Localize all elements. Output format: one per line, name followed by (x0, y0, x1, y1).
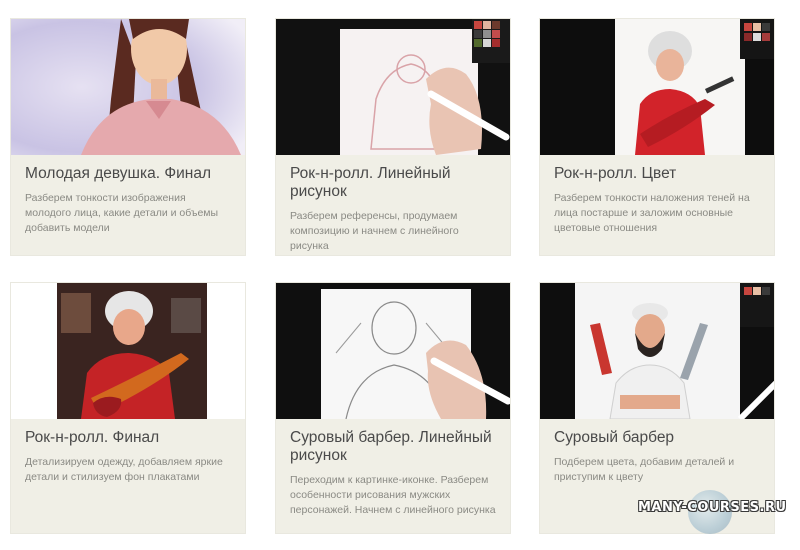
lesson-title[interactable]: Рок-н-ролл. Финал (25, 429, 231, 447)
lesson-title[interactable]: Рок-н-ролл. Линейный рисунок (290, 165, 496, 201)
lesson-title[interactable]: Молодая девушка. Финал (25, 165, 231, 183)
lesson-card-rock-color[interactable]: Рок-н-ролл. Цвет Разберем тонкости налож… (539, 18, 775, 256)
lesson-description: Разберем референсы, продумаем композицию… (290, 210, 459, 252)
lesson-card-young-woman[interactable]: Молодая девушка. Финал Разберем тонкости… (10, 18, 246, 256)
lesson-card-rock-final[interactable]: Рок-н-ролл. Финал Детализируем одежду, д… (10, 282, 246, 534)
lesson-description: Переходим к картинке-иконке. Разберем ос… (290, 474, 496, 516)
lesson-thumbnail[interactable] (540, 283, 774, 419)
lesson-description: Разберем тонкости изображения молодого л… (25, 192, 219, 234)
lesson-card-barber-line[interactable]: Суровый барбер. Линейный рисунок Переход… (275, 282, 511, 534)
lesson-thumbnail[interactable] (276, 19, 510, 155)
lesson-thumbnail[interactable] (11, 283, 245, 419)
lesson-card-rock-line[interactable]: Рок-н-ролл. Линейный рисунок Разберем ре… (275, 18, 511, 256)
lesson-title[interactable]: Рок-н-ролл. Цвет (554, 165, 760, 183)
lesson-description: Разберем тонкости наложения теней на лиц… (554, 192, 750, 234)
lesson-title[interactable]: Суровый барбер (554, 429, 760, 447)
lesson-thumbnail[interactable] (540, 19, 774, 155)
lesson-description: Подберем цвета, добавим деталей и присту… (554, 456, 735, 483)
lesson-title[interactable]: Суровый барбер. Линейный рисунок (290, 429, 496, 465)
watermark-text: MANY-COURSES.RU (638, 500, 787, 515)
lesson-thumbnail[interactable] (11, 19, 245, 155)
lesson-description: Детализируем одежду, добавляем яркие дет… (25, 456, 223, 483)
lesson-thumbnail[interactable] (276, 283, 510, 419)
lesson-card-barber[interactable]: Суровый барбер Подберем цвета, добавим д… (539, 282, 775, 534)
